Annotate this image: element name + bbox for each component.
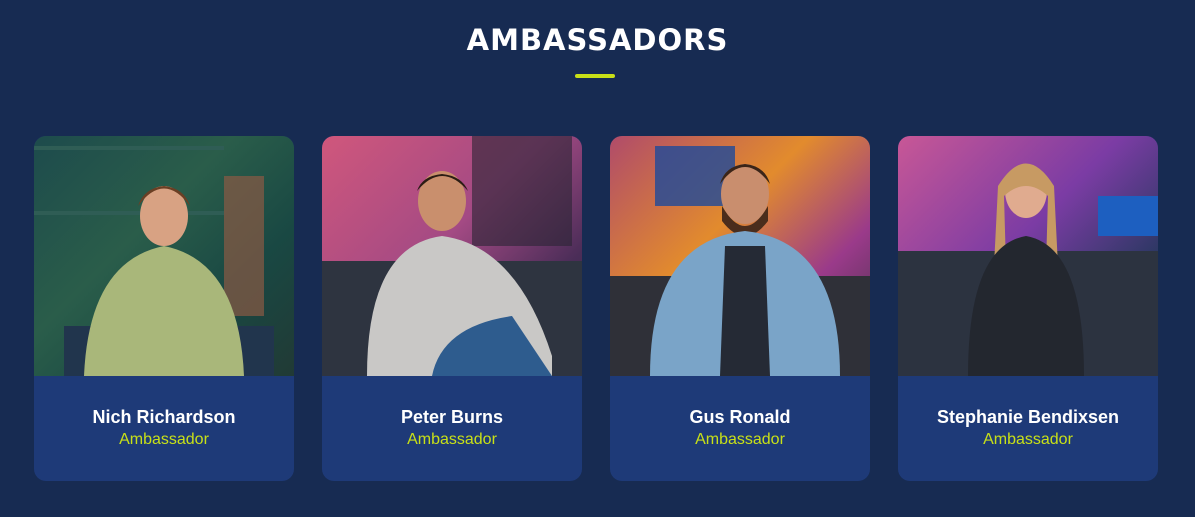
ambassador-card[interactable]: Peter Burns Ambassador	[322, 136, 582, 481]
ambassador-card[interactable]: Stephanie Bendixsen Ambassador	[898, 136, 1158, 481]
ambassador-info: Nich Richardson Ambassador	[34, 376, 294, 481]
ambassador-name: Gus Ronald	[689, 407, 791, 427]
ambassador-role: Ambassador	[119, 431, 209, 448]
ambassador-photo	[34, 136, 294, 376]
ambassador-name: Nich Richardson	[92, 407, 236, 427]
title-underline	[575, 74, 615, 78]
ambassador-photo	[898, 136, 1158, 376]
ambassador-photo	[322, 136, 582, 376]
ambassador-role: Ambassador	[695, 431, 785, 448]
ambassadors-section: AMBASSADORS Nich Richardson Ambassador P…	[0, 0, 1195, 517]
ambassador-card[interactable]: Gus Ronald Ambassador	[610, 136, 870, 481]
ambassador-info: Gus Ronald Ambassador	[610, 376, 870, 481]
ambassador-card[interactable]: Nich Richardson Ambassador	[34, 136, 294, 481]
ambassador-role: Ambassador	[407, 431, 497, 448]
ambassador-role: Ambassador	[983, 431, 1073, 448]
section-title: AMBASSADORS	[466, 23, 729, 57]
ambassador-name: Peter Burns	[400, 407, 504, 427]
ambassador-name: Stephanie Bendixsen	[936, 407, 1120, 427]
ambassador-photo	[610, 136, 870, 376]
ambassador-info: Stephanie Bendixsen Ambassador	[898, 376, 1158, 481]
ambassador-info: Peter Burns Ambassador	[322, 376, 582, 481]
